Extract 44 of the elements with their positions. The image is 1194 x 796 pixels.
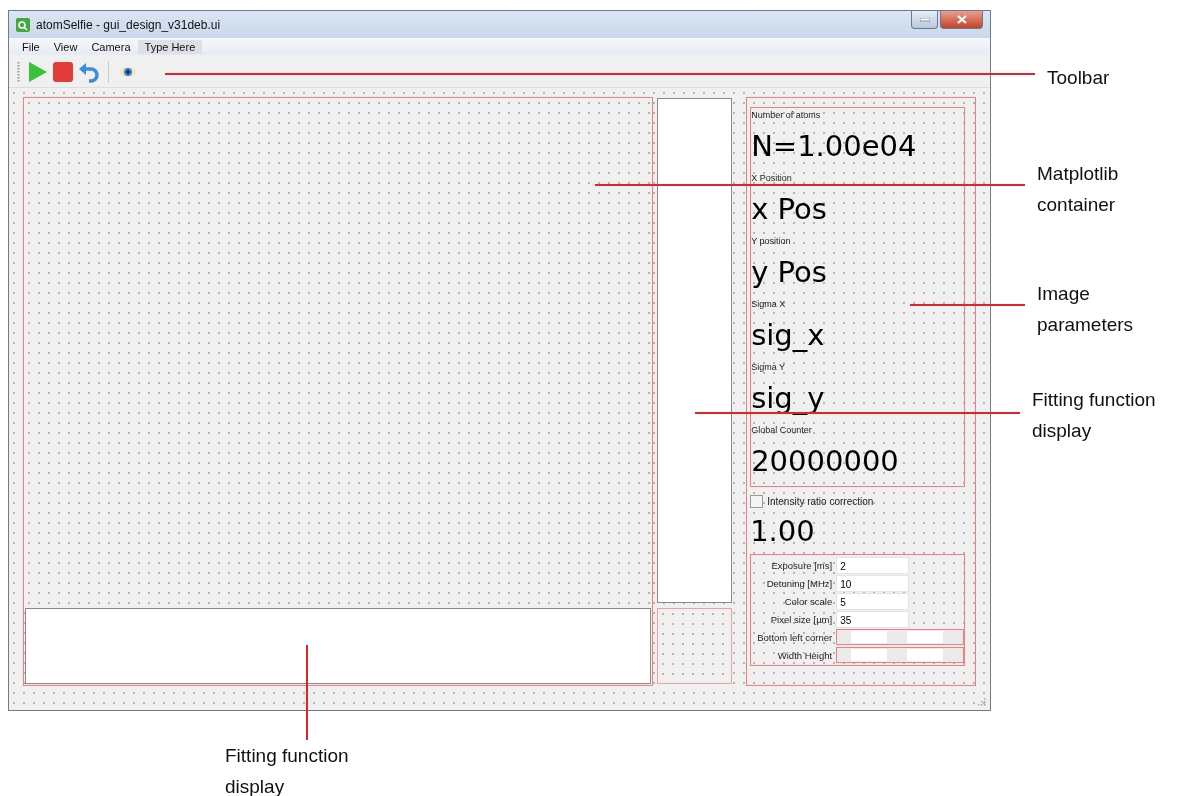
setting-label: Bottom left corner <box>756 631 834 643</box>
minimize-icon <box>919 17 930 22</box>
parameter-value: y Pos <box>751 254 827 291</box>
ratio-value: 1.00 <box>750 513 816 550</box>
checkbox-label: Intensity ratio correction <box>767 496 874 507</box>
input-field[interactable]: 35 <box>836 610 910 628</box>
parameter-value: N=1.00e04 <box>751 128 917 165</box>
menu-item[interactable]: File <box>15 39 47 54</box>
undo-button[interactable] <box>78 61 100 83</box>
parameter-value: 20000000 <box>751 443 899 480</box>
parameter-label: X Position <box>751 172 792 185</box>
setting-label: Detuning [MHz] <box>765 577 834 589</box>
close-icon <box>956 15 967 24</box>
input-field[interactable]: 5 <box>836 592 910 610</box>
parameter-label: Sigma X <box>751 298 786 311</box>
callout-label: Toolbar <box>1047 66 1111 90</box>
input-field[interactable]: 2 <box>836 556 910 574</box>
toolbar-grip <box>17 61 20 83</box>
menu-item[interactable]: Camera <box>84 39 138 54</box>
callout-label: Fitting function display <box>1032 388 1157 443</box>
eye-button[interactable] <box>117 65 139 79</box>
app-icon <box>16 17 30 32</box>
window-title: atomSelfie - gui_design_v31deb.ui <box>36 17 221 32</box>
stop-button[interactable] <box>52 61 74 83</box>
parameter-label: Number of atoms <box>751 109 821 122</box>
setting-label: Color scale <box>783 595 834 607</box>
callout-label: Image parameters <box>1037 282 1135 337</box>
setting-label: Exposure [ms] <box>770 559 834 571</box>
close-button[interactable] <box>940 11 983 29</box>
callout-label: Matplotlib container <box>1037 162 1120 217</box>
setting-label: Pixel size [µm] <box>769 613 834 625</box>
parameter-label: Sigma Y <box>751 361 786 374</box>
parameter-value: sig_x <box>751 317 825 354</box>
menu-item[interactable]: Type Here <box>137 39 203 54</box>
minimize-button[interactable] <box>911 11 938 29</box>
input-field[interactable]: 10 <box>836 574 910 592</box>
parameter-label: Global Counter <box>751 424 812 437</box>
checkbox[interactable] <box>750 495 764 508</box>
menu-item[interactable]: View <box>46 39 85 54</box>
resize-grip <box>978 698 986 706</box>
parameter-label: Y position <box>751 235 791 248</box>
parameter-value: x Pos <box>751 191 827 228</box>
play-button[interactable] <box>26 61 48 83</box>
setting-label: Width Height <box>776 649 834 661</box>
